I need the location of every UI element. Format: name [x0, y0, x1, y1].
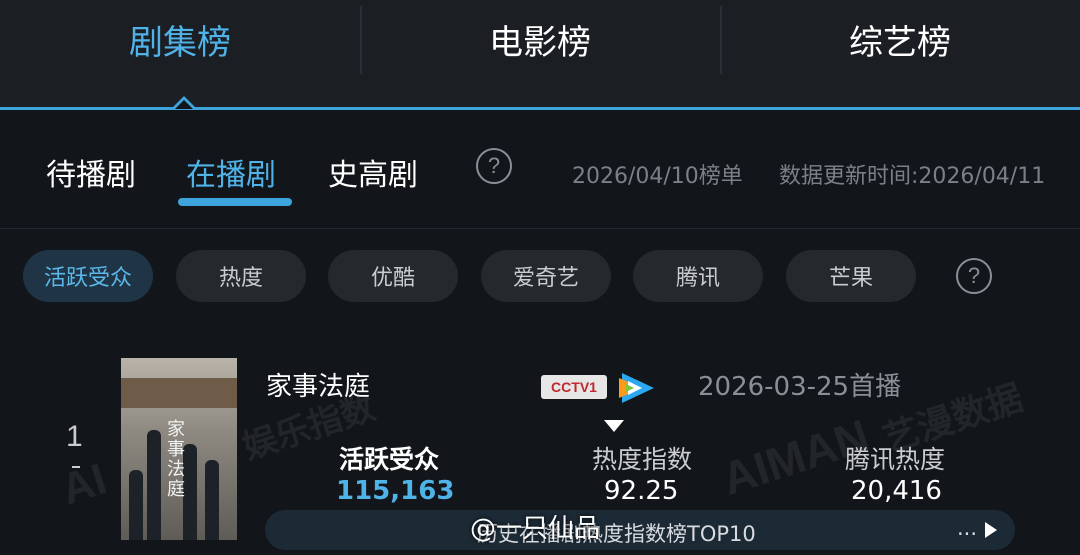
chip-active-audience[interactable]: 活跃受众: [23, 250, 153, 302]
tab-separator: [360, 6, 362, 74]
play-arrow-icon: [985, 522, 997, 538]
stat-label-tencent-heat: 腾讯热度: [845, 445, 946, 474]
help-icon[interactable]: ?: [476, 148, 512, 184]
update-time: 数据更新时间:2026/04/11: [779, 164, 1046, 189]
sub-tab-bar: 待播剧 在播剧 史高剧 ? 2026/04/10榜单 数据更新时间:2026/0…: [0, 110, 1080, 228]
filter-chips: 活跃受众 热度 优酷 爱奇艺 腾讯 芒果 ?: [0, 250, 1080, 304]
subtab-airing[interactable]: 在播剧: [186, 150, 276, 194]
user-watermark: @一只仙品: [470, 514, 601, 544]
poster-figure: [147, 430, 161, 540]
history-top10-banner[interactable]: 历史在播剧热度指数榜TOP10 ...: [265, 510, 1015, 550]
stat-value-tencent-heat: 20,416: [851, 476, 942, 506]
stat-label-active-audience: 活跃受众: [339, 445, 440, 474]
banner-ellipsis: ...: [957, 516, 978, 540]
tab-separator: [720, 6, 722, 74]
stat-value-active-audience: 115,163: [336, 476, 455, 506]
chip-heat[interactable]: 热度: [176, 250, 306, 302]
dropdown-arrow-icon[interactable]: [604, 420, 624, 432]
tencent-video-icon: [619, 373, 654, 403]
chip-iqiyi[interactable]: 爱奇艺: [481, 250, 611, 302]
active-tab-caret-icon: [172, 96, 196, 109]
poster-background: [121, 378, 237, 408]
brand-watermark: AI: [55, 454, 113, 515]
show-title[interactable]: 家事法庭: [266, 366, 370, 403]
premiere-date: 2026-03-25首播: [698, 372, 902, 402]
subtab-upcoming[interactable]: 待播剧: [46, 150, 136, 194]
chip-tencent[interactable]: 腾讯: [633, 250, 763, 302]
subtab-active-underline: [178, 198, 292, 206]
stat-label-heat-index: 热度指数: [592, 445, 693, 474]
rank-number: 1: [66, 420, 83, 453]
poster-title: 家事法庭: [167, 419, 185, 500]
divider: [0, 228, 1080, 229]
poster-figure: [205, 460, 219, 540]
tab-variety-chart[interactable]: 综艺榜: [720, 0, 1080, 110]
top-tab-bar: 剧集榜 电影榜 综艺榜: [0, 0, 1080, 110]
chip-mango[interactable]: 芒果: [786, 250, 916, 302]
subtab-all-time-high[interactable]: 史高剧: [328, 150, 418, 194]
rank-change-icon: [72, 466, 80, 468]
tab-movie-chart[interactable]: 电影榜: [360, 0, 720, 110]
poster-figure: [129, 470, 143, 540]
tab-drama-chart[interactable]: 剧集榜: [0, 0, 360, 110]
stat-value-heat-index: 92.25: [604, 476, 679, 506]
list-date: 2026/04/10榜单: [572, 164, 743, 189]
chip-youku[interactable]: 优酷: [328, 250, 458, 302]
help-icon[interactable]: ?: [956, 258, 992, 294]
show-poster[interactable]: 家事法庭: [121, 358, 237, 540]
cctv1-logo: CCTV1: [541, 375, 607, 399]
